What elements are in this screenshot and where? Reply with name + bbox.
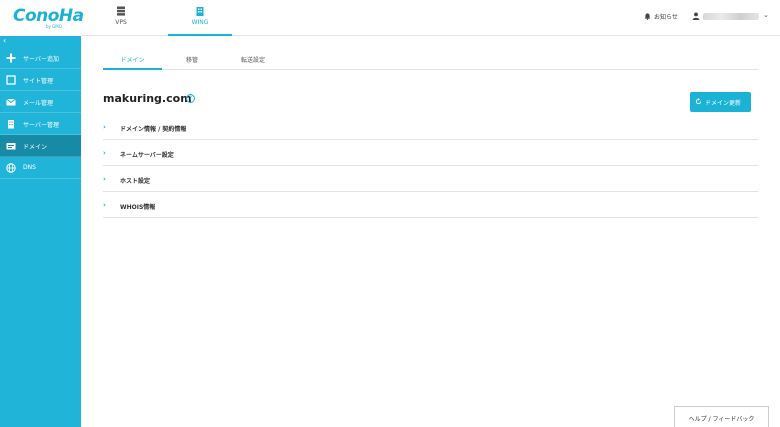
- bell-icon: [644, 13, 651, 20]
- sidebar: ‹ サーバー追加 サイト管理 メール管理 サーバー管理 ドメイン DNS: [0, 36, 81, 427]
- chevron-right-icon: ›: [103, 175, 106, 183]
- chevron-down-icon: ⌄: [763, 11, 769, 19]
- sidebar-item-label: メール管理: [23, 100, 54, 107]
- section-whois-info[interactable]: › WHOIS情報: [103, 192, 758, 218]
- building-icon: [196, 7, 204, 16]
- domain-name-title: makuring.com: [103, 92, 192, 105]
- sidebar-item-server-management[interactable]: サーバー管理: [0, 113, 81, 135]
- section-label: WHOIS情報: [120, 204, 156, 211]
- renew-domain-button[interactable]: ドメイン更新: [690, 92, 751, 112]
- sidebar-item-label: サーバー追加: [23, 56, 59, 63]
- logo-text: ConoHa: [13, 6, 84, 26]
- domain-icon: [6, 143, 16, 150]
- section-label: ネームサーバー設定: [120, 152, 174, 159]
- top-header: ConoHa by GMO VPS WING お知らせ ⌄: [0, 0, 780, 36]
- server-icon: [117, 6, 125, 16]
- tab-transfer[interactable]: 移管: [175, 48, 209, 70]
- chevron-right-icon: ›: [103, 201, 106, 209]
- plus-icon: [6, 53, 16, 63]
- collapse-sidebar-icon[interactable]: ‹: [3, 36, 6, 45]
- section-label: ドメイン情報 / 契約情報: [120, 126, 187, 133]
- server-building-icon: [8, 120, 14, 129]
- logo-sub: by GMO: [46, 24, 62, 29]
- tab-forwarding-settings[interactable]: 転送設定: [225, 48, 281, 70]
- window-icon: [6, 75, 16, 85]
- section-host-settings[interactable]: › ホスト設定: [103, 166, 758, 192]
- help-feedback-button[interactable]: ヘルプ / フィードバック: [674, 406, 769, 427]
- tab-domain[interactable]: ドメイン: [103, 48, 162, 70]
- help-circle-icon[interactable]: ?: [186, 94, 195, 103]
- sidebar-item-dns[interactable]: DNS: [0, 157, 81, 179]
- person-icon: [692, 12, 700, 20]
- chevron-right-icon: ›: [103, 123, 106, 131]
- sidebar-item-mail-management[interactable]: メール管理: [0, 91, 81, 113]
- tab-vps[interactable]: VPS: [89, 0, 153, 36]
- refresh-icon: [695, 98, 702, 105]
- user-menu[interactable]: ⌄: [692, 11, 772, 22]
- renew-domain-label: ドメイン更新: [705, 100, 742, 107]
- tab-wing-label: WING: [191, 19, 209, 26]
- sidebar-item-domain[interactable]: ドメイン: [0, 135, 81, 157]
- section-domain-info[interactable]: › ドメイン情報 / 契約情報: [103, 114, 758, 140]
- mail-icon: [6, 98, 16, 106]
- username-blurred: [703, 13, 759, 20]
- chevron-right-icon: ›: [103, 149, 106, 157]
- news-label: お知らせ: [654, 14, 678, 21]
- domain-subtabs: ドメイン 移管 転送設定: [103, 48, 758, 70]
- sidebar-item-label: ドメイン: [23, 144, 48, 151]
- conoha-logo[interactable]: ConoHa by GMO: [0, 0, 84, 36]
- sidebar-item-site-management[interactable]: サイト管理: [0, 69, 81, 91]
- news-link[interactable]: お知らせ: [644, 12, 678, 21]
- tab-wing[interactable]: WING: [168, 0, 232, 36]
- sidebar-item-label: サーバー管理: [23, 122, 59, 129]
- tab-vps-label: VPS: [115, 19, 127, 26]
- sidebar-item-label: サイト管理: [23, 78, 54, 85]
- section-label: ホスト設定: [120, 178, 151, 185]
- sidebar-item-label: DNS: [23, 164, 36, 171]
- section-nameserver-settings[interactable]: › ネームサーバー設定: [103, 140, 758, 166]
- sidebar-item-add-server[interactable]: サーバー追加: [0, 47, 81, 69]
- globe-icon: [6, 163, 16, 173]
